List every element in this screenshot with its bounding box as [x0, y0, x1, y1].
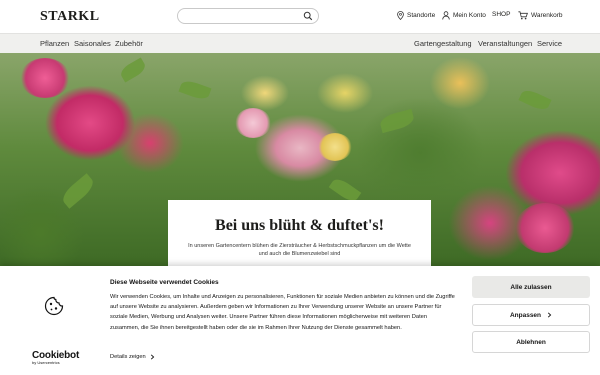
hero-teaser-card: Bei uns blüht & duftet's! In unseren Gar…	[168, 200, 431, 270]
hero-leaf	[518, 87, 552, 113]
main-nav: Pflanzen Saisonales Zubehör Gartengestal…	[0, 33, 600, 53]
chevron-right-icon	[547, 312, 552, 318]
hero-leaf	[59, 173, 97, 209]
search-input[interactable]	[186, 10, 301, 22]
hero-bloom	[235, 108, 271, 138]
account-label: Mein Konto	[453, 12, 486, 19]
hero-bloom	[515, 203, 575, 253]
shop-label: SHOP	[492, 11, 511, 18]
account-link[interactable]: Mein Konto	[442, 11, 486, 20]
search-icon[interactable]	[303, 11, 313, 21]
deny-button[interactable]: Ablehnen	[472, 331, 590, 353]
deny-label: Ablehnen	[516, 338, 546, 346]
starkl-logo[interactable]: STARKL	[40, 9, 100, 25]
hero-bloom	[318, 133, 352, 161]
cookie-banner-title: Diese Webseite verwendet Cookies	[110, 279, 219, 286]
customize-label: Anpassen	[509, 311, 542, 319]
show-details-link[interactable]: Details zeigen	[110, 354, 155, 360]
cookiebot-logo[interactable]: Cookiebot by Usercentrics	[32, 350, 79, 365]
hero-title: Bei uns blüht & duftet's!	[215, 217, 384, 234]
location-pin-icon	[397, 11, 404, 20]
customize-button[interactable]: Anpassen	[472, 304, 590, 326]
hero-bloom	[20, 58, 70, 98]
allow-all-label: Alle zulassen	[510, 283, 552, 291]
stores-label: Standorte	[407, 12, 436, 19]
nav-item-pflanzen[interactable]: Pflanzen	[40, 39, 69, 48]
nav-item-veranstaltungen[interactable]: Veranstaltungen	[478, 39, 532, 48]
nav-item-zubehoer[interactable]: Zubehör	[115, 39, 143, 48]
show-details-label: Details zeigen	[110, 354, 146, 360]
hero-text: In unseren Gartencentern blühen die Zier…	[188, 243, 411, 257]
hero-leaf	[118, 57, 148, 83]
chevron-right-icon	[150, 354, 155, 360]
allow-all-button[interactable]: Alle zulassen	[472, 276, 590, 298]
cart-icon	[518, 11, 528, 20]
cookie-icon	[44, 296, 64, 316]
search-box[interactable]	[177, 8, 319, 24]
nav-item-gartengestaltung[interactable]: Gartengestaltung	[414, 39, 472, 48]
user-icon	[442, 11, 450, 20]
nav-item-saisonales[interactable]: Saisonales	[74, 39, 111, 48]
cookie-consent-banner: Cookiebot by Usercentrics Diese Webseite…	[0, 266, 600, 375]
shop-link[interactable]: SHOP	[492, 11, 510, 18]
cart-label: Warenkorb	[531, 12, 563, 19]
site-header: STARKL Standorte Mein Konto SHOP Warenko…	[0, 0, 600, 33]
hero-leaf	[378, 108, 416, 134]
cart-link[interactable]: Warenkorb	[518, 11, 563, 20]
cookie-banner-description: Wir verwenden Cookies, um Inhalte und An…	[110, 294, 455, 331]
hero-leaf	[178, 78, 212, 102]
nav-item-service[interactable]: Service	[537, 39, 562, 48]
stores-link[interactable]: Standorte	[397, 11, 435, 20]
